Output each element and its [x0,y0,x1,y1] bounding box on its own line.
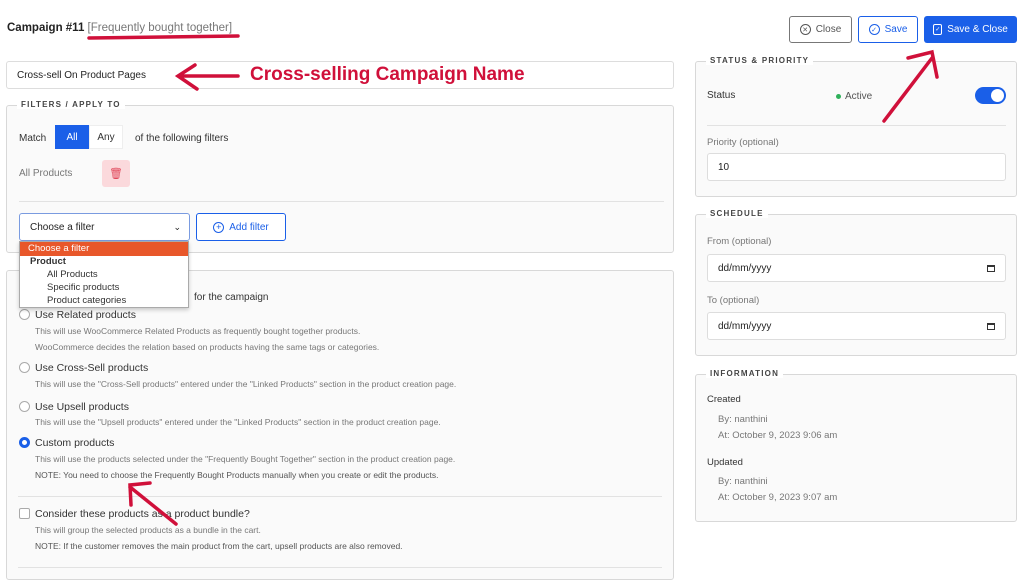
arrow-left-icon [174,63,240,91]
underline-annotation [87,34,240,40]
arrow-up-left-icon [128,481,178,526]
annotation-overlay [87,34,939,526]
arrow-up-right-icon [882,49,939,123]
